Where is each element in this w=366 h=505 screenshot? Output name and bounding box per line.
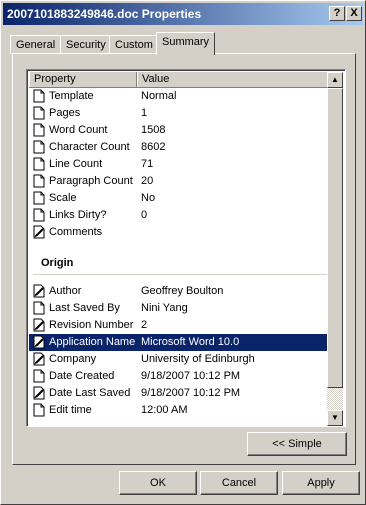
tab-custom[interactable]: Custom [109, 35, 159, 54]
summary-panel [12, 53, 356, 465]
tab-general[interactable]: General [10, 35, 62, 54]
tab-security[interactable]: Security [60, 35, 112, 54]
help-button[interactable]: ? [329, 6, 345, 21]
properties-dialog: 2007101883249846.doc Properties ? X Gene… [0, 0, 366, 505]
ok-button[interactable]: OK [119, 471, 197, 495]
close-button[interactable]: X [346, 6, 362, 21]
apply-button[interactable]: Apply [282, 471, 360, 495]
title-bar[interactable]: 2007101883249846.doc Properties ? X [3, 3, 363, 25]
cancel-button[interactable]: Cancel [200, 471, 278, 495]
window-title: 2007101883249846.doc Properties [7, 7, 202, 21]
tab-summary[interactable]: Summary [156, 32, 216, 55]
